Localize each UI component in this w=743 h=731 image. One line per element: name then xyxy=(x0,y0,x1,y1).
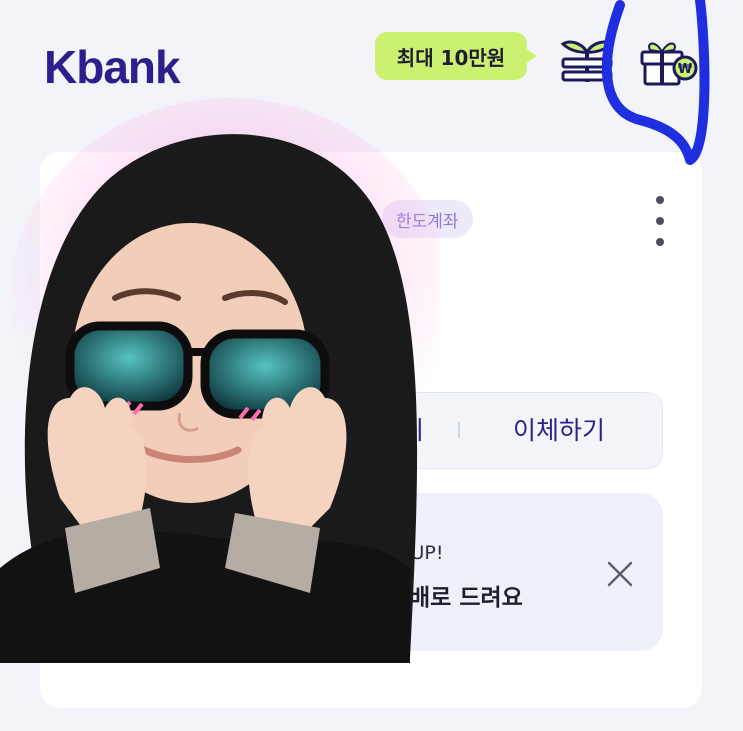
kbank-logo: Kbank xyxy=(44,41,181,93)
plant-icon[interactable] xyxy=(555,28,619,92)
promo-badge[interactable]: 최대 10만원 xyxy=(375,32,537,80)
sticker-avatar xyxy=(0,98,440,663)
transfer-button[interactable]: 이체하기 xyxy=(513,411,605,447)
gift-won-icon[interactable]: ₩ xyxy=(636,28,700,92)
more-vert-icon[interactable] xyxy=(648,196,672,246)
action-divider xyxy=(458,422,460,438)
close-icon[interactable] xyxy=(605,559,635,589)
svg-text:₩: ₩ xyxy=(678,62,693,77)
